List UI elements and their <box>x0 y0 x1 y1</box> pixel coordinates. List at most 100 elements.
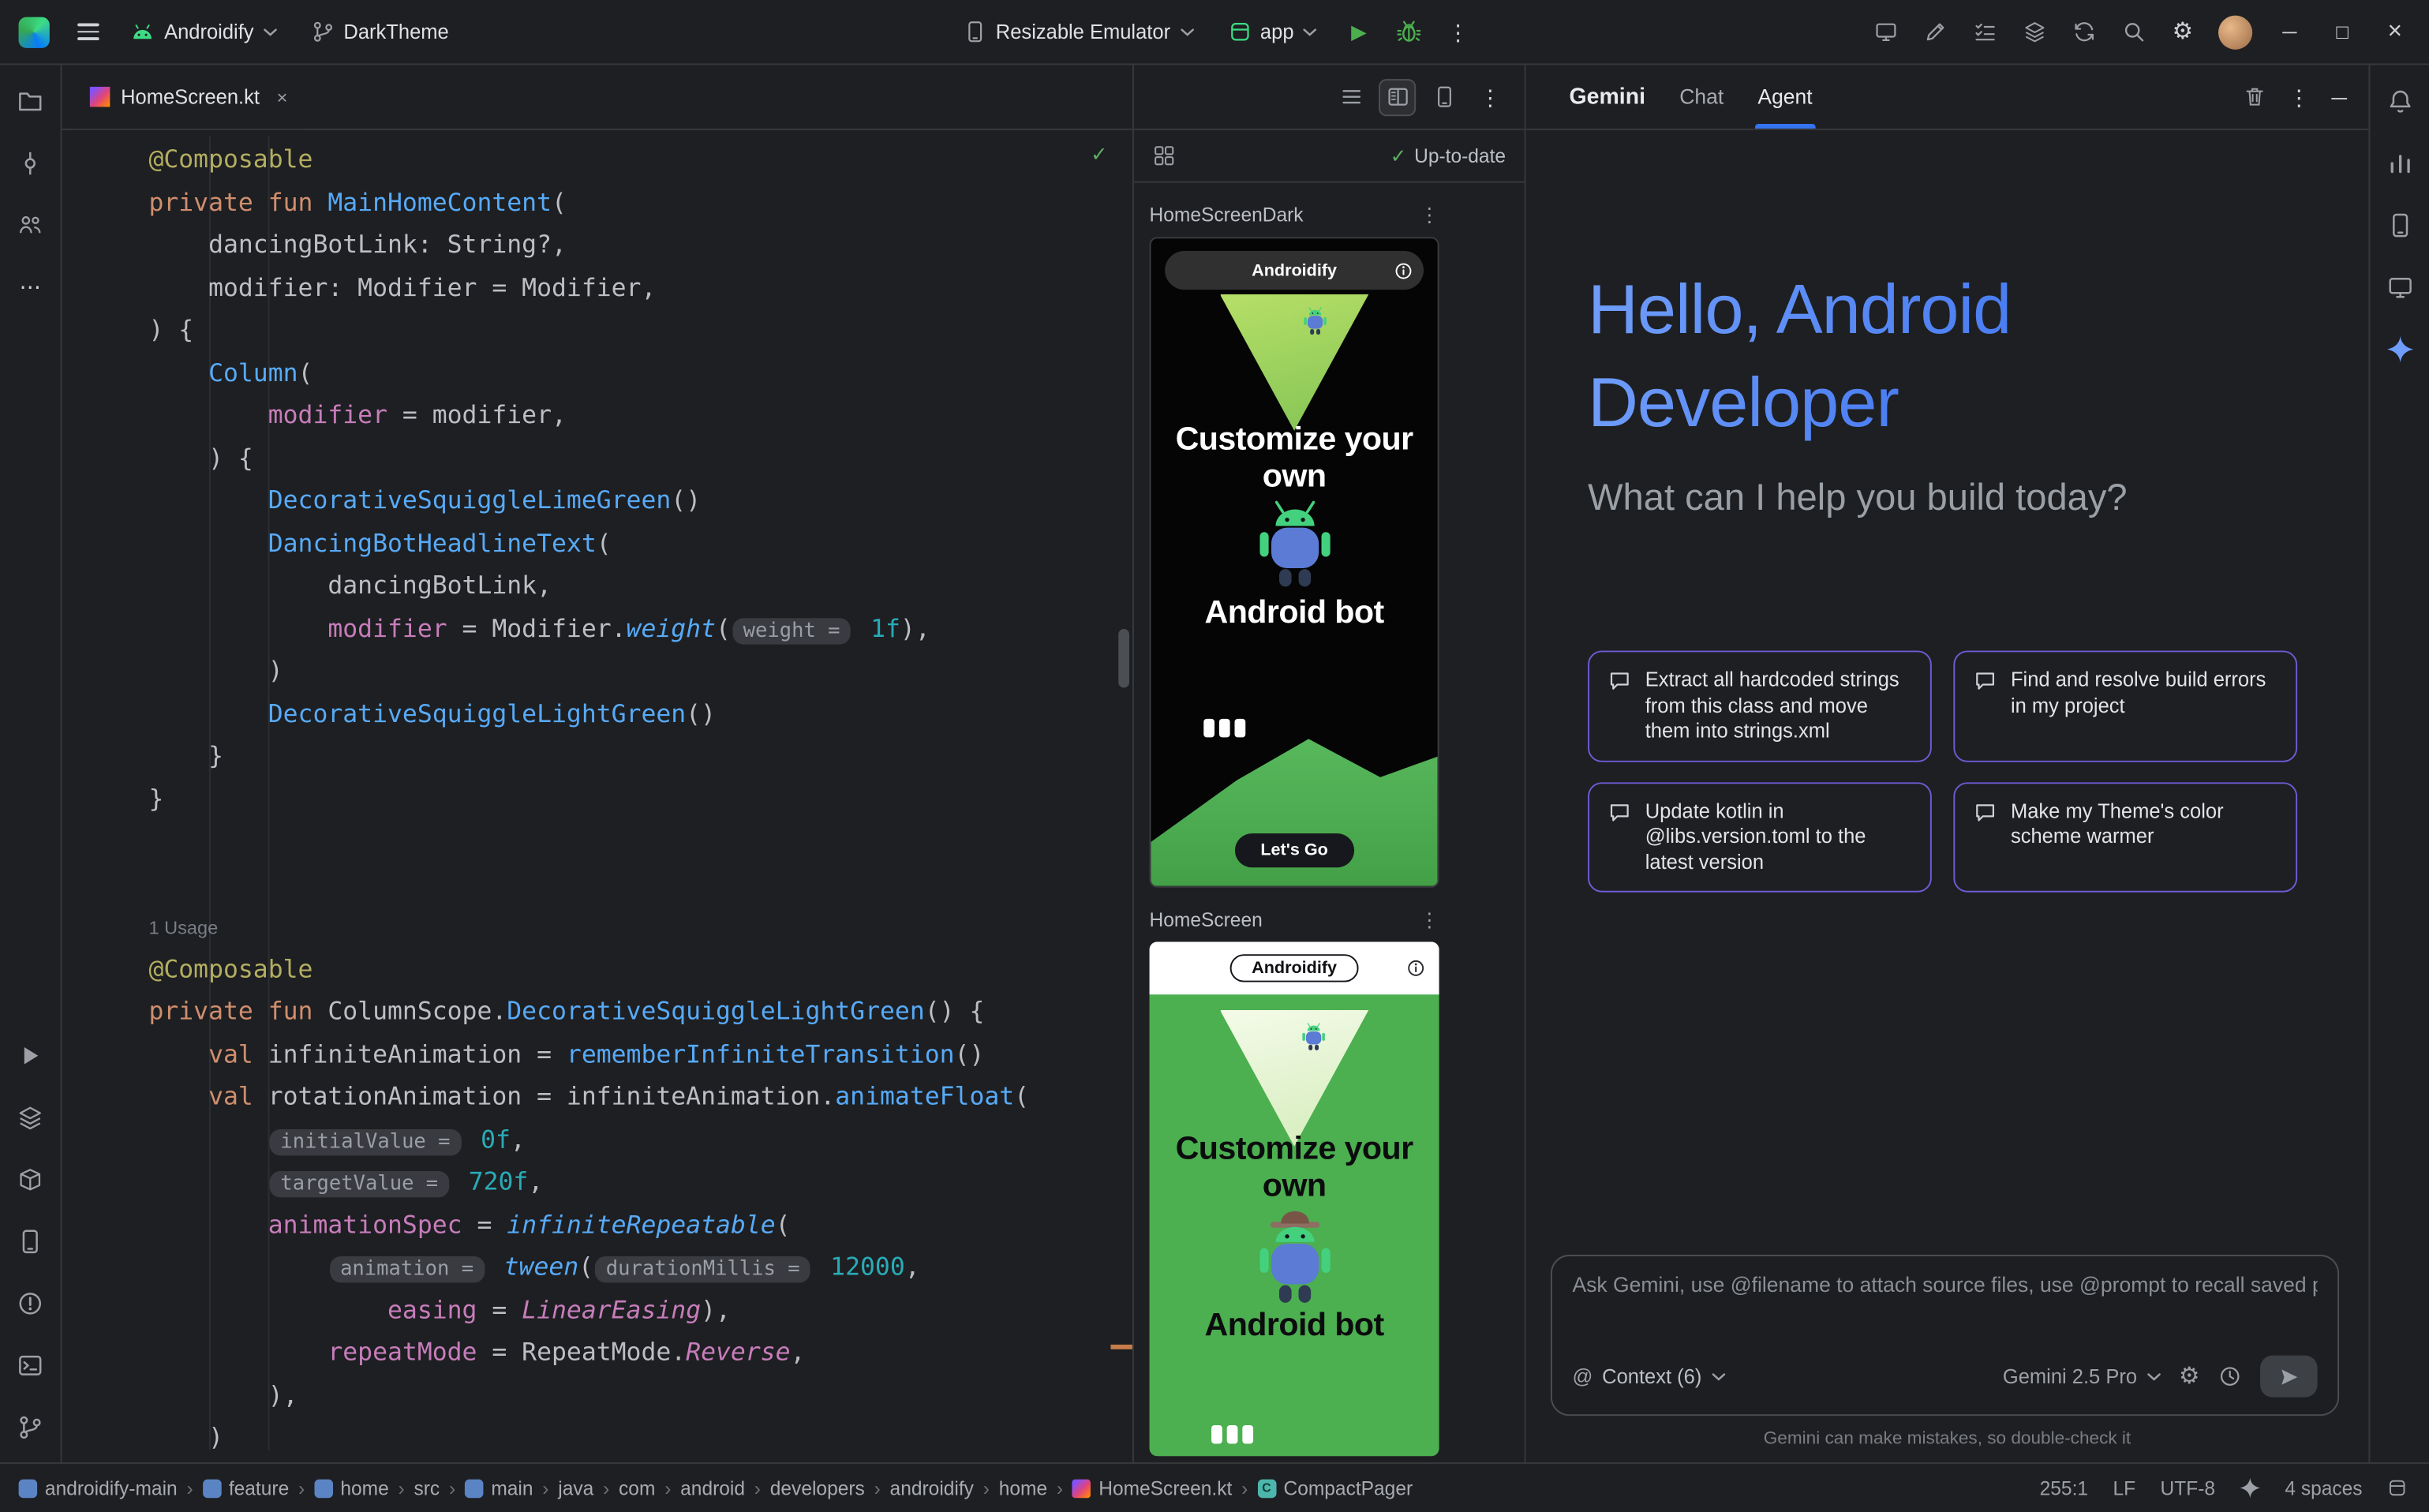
breadcrumb-item[interactable]: HomeScreen.kt <box>1072 1477 1232 1499</box>
breadcrumb-item[interactable]: CCompactPager <box>1257 1477 1413 1499</box>
device-mirroring-button[interactable] <box>1865 12 1905 52</box>
task-list-button[interactable] <box>1964 12 2004 52</box>
minimize-panel-icon[interactable]: ─ <box>2331 86 2346 107</box>
prompt-settings-gear-icon[interactable]: ⚙ <box>2179 1364 2199 1387</box>
sync-project-button[interactable] <box>2064 12 2104 52</box>
suggestion-card[interactable]: Extract all hardcoded strings from this … <box>1588 650 1932 761</box>
close-window-button[interactable]: × <box>2373 10 2416 54</box>
package-icon <box>17 1166 43 1192</box>
breadcrumb-item[interactable]: java <box>558 1477 593 1499</box>
maximize-window-button[interactable]: □ <box>2321 10 2364 54</box>
line-separator[interactable]: LF <box>2113 1477 2135 1499</box>
kebab-icon[interactable]: ⋮ <box>2289 86 2310 107</box>
user-avatar[interactable] <box>2218 15 2252 49</box>
more-run-actions-button[interactable]: ⋮ <box>1438 12 1478 52</box>
indent-setting[interactable]: 4 spaces <box>2285 1477 2362 1499</box>
debug-button[interactable] <box>1388 12 1428 52</box>
code-line: } <box>148 734 1132 777</box>
editor-status-icon[interactable] <box>2387 1478 2408 1499</box>
editor-tab[interactable]: HomeScreen.kt × <box>74 65 303 128</box>
code-line: val rotationAnimation = infiniteAnimatio… <box>148 1075 1132 1117</box>
prompt-input-container[interactable]: @ Context (6) Gemini 2.5 Pro ⚙ <box>1551 1255 2339 1416</box>
suggestion-card[interactable]: Make my Theme's color scheme warmer <box>1953 781 2297 892</box>
ai-assist-button[interactable] <box>1914 12 1955 52</box>
profiler-button[interactable] <box>2379 143 2420 183</box>
preview-home-screen-dark[interactable]: Androidify Customize your own Android bo… <box>1150 237 1439 887</box>
breadcrumb-item[interactable]: main <box>465 1477 533 1499</box>
preview-options-button[interactable]: ⋮ <box>1472 78 1509 115</box>
design-view-button[interactable] <box>1425 78 1462 115</box>
code-line: Column( <box>148 351 1132 394</box>
chat-bubble-icon <box>1608 669 1631 692</box>
close-tab-icon[interactable]: × <box>277 86 288 107</box>
suggestion-card[interactable]: Update kotlin in @libs.version.toml to t… <box>1588 781 1932 892</box>
split-view-button[interactable] <box>1379 78 1416 115</box>
device-emulator-tool-button[interactable] <box>10 1221 51 1261</box>
notifications-button[interactable] <box>2379 80 2420 121</box>
pull-requests-tool-button[interactable] <box>10 204 51 245</box>
breadcrumb-item[interactable]: home <box>999 1477 1047 1499</box>
minimize-window-button[interactable]: ─ <box>2268 10 2311 54</box>
gallery-view-icon[interactable] <box>1152 144 1175 167</box>
lets-go-button[interactable]: Let's Go <box>1234 833 1354 867</box>
tab-agent[interactable]: Agent <box>1757 65 1812 128</box>
breadcrumb-item[interactable]: feature <box>202 1477 289 1499</box>
editor-scrollbar[interactable] <box>1118 629 1129 688</box>
preview-sync-status: Up-to-date <box>1414 145 1506 167</box>
preview-canvas[interactable]: HomeScreenDark ⋮ Androidify Customize yo… <box>1134 183 1525 1462</box>
gemini-button[interactable] <box>2379 328 2420 369</box>
packages-tool-button[interactable] <box>10 1158 51 1199</box>
editor-tab-bar: HomeScreen.kt × <box>62 65 1132 129</box>
running-devices-button[interactable] <box>2379 267 2420 307</box>
breadcrumb-item[interactable]: androidify <box>890 1477 974 1499</box>
ai-spark-icon[interactable] <box>2240 1478 2260 1499</box>
code-content[interactable]: @Composableprivate fun MainHomeContent( … <box>62 130 1132 1458</box>
main-menu-button[interactable] <box>68 12 108 52</box>
search-everywhere-button[interactable] <box>2113 12 2154 52</box>
terminal-tool-button[interactable] <box>10 1345 51 1385</box>
send-button[interactable] <box>2260 1356 2318 1398</box>
breadcrumb-item[interactable]: android <box>680 1477 745 1499</box>
prompt-history-clock-icon[interactable] <box>2218 1364 2241 1387</box>
code-editor[interactable]: @Composableprivate fun MainHomeContent( … <box>62 130 1132 1462</box>
settings-button[interactable]: ⚙ <box>2162 12 2203 52</box>
device-selector[interactable]: Resizable Emulator <box>951 13 1206 51</box>
preview-item-options-button[interactable]: ⋮ <box>1420 908 1439 930</box>
preview-headline: Customize your own <box>1173 421 1416 496</box>
suggestion-card[interactable]: Find and resolve build errors in my proj… <box>1953 650 2297 761</box>
build-analyzer-button[interactable] <box>2014 12 2054 52</box>
breadcrumb-item[interactable]: androidify-main <box>19 1477 178 1499</box>
caret-position[interactable]: 255:1 <box>2040 1477 2088 1499</box>
preview-home-screen[interactable]: Androidify Customize your own Android bo… <box>1150 942 1439 1457</box>
run-configuration-selector[interactable]: app <box>1215 13 1330 51</box>
context-label: Context (6) <box>1602 1364 1701 1387</box>
device-manager-button[interactable] <box>2379 204 2420 245</box>
gemini-prompt-input[interactable] <box>1572 1274 2317 1297</box>
code-view-button[interactable] <box>1332 78 1369 115</box>
project-selector[interactable]: Androidify <box>118 13 290 51</box>
breadcrumb-item[interactable]: developers <box>770 1477 865 1499</box>
android-bot-figure <box>1256 499 1333 592</box>
file-encoding[interactable]: UTF-8 <box>2160 1477 2215 1499</box>
tab-chat[interactable]: Chat <box>1679 65 1724 128</box>
version-control-tool-button[interactable] <box>10 1406 51 1447</box>
breadcrumb-item[interactable]: com <box>619 1477 655 1499</box>
context-selector[interactable]: @ Context (6) <box>1572 1364 1724 1387</box>
device-name: Resizable Emulator <box>996 21 1170 43</box>
project-tool-button[interactable] <box>10 80 51 121</box>
vcs-branch-selector[interactable]: DarkTheme <box>298 13 461 51</box>
run-button[interactable]: ▶ <box>1338 12 1379 52</box>
preview-item-options-button[interactable]: ⋮ <box>1420 203 1439 226</box>
breadcrumb-item[interactable]: src <box>414 1477 440 1499</box>
model-selector[interactable]: Gemini 2.5 Pro <box>2003 1364 2161 1387</box>
run-tool-button[interactable] <box>10 1035 51 1075</box>
build-tool-button[interactable] <box>10 1097 51 1137</box>
more-tool-windows-button[interactable]: ⋯ <box>10 267 51 307</box>
breadcrumb-item[interactable]: home <box>314 1477 389 1499</box>
suggestion-text: Update kotlin in @libs.version.toml to t… <box>1645 799 1912 875</box>
breadcrumb-separator: › <box>664 1477 671 1499</box>
commit-tool-button[interactable] <box>10 143 51 183</box>
problems-tool-button[interactable] <box>10 1282 51 1323</box>
trash-icon[interactable] <box>2244 85 2266 108</box>
inspections-status-icon[interactable]: ✓ <box>1091 143 1107 167</box>
